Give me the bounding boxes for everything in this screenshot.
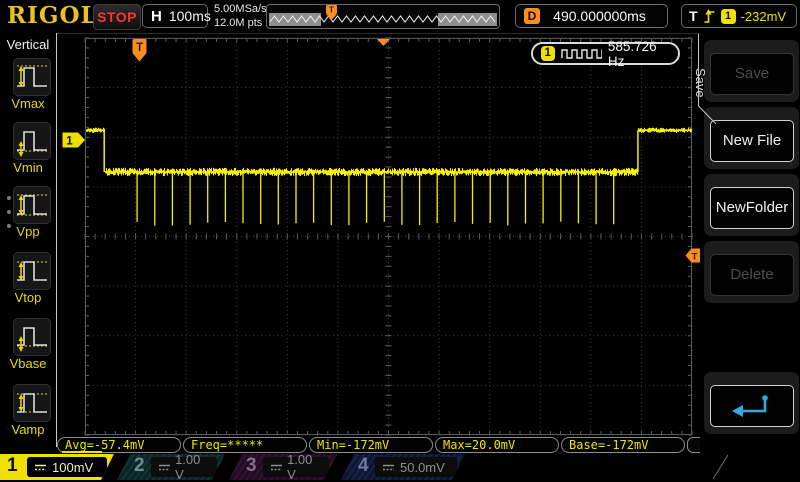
channel1-number: 1 — [7, 455, 18, 476]
horizontal-timebase-box[interactable]: H 100ms — [142, 4, 211, 28]
delay-box[interactable]: D 490.000000ms — [515, 4, 668, 28]
trigger-level-marker[interactable]: T — [685, 248, 701, 263]
channel4-scale: 50.0mV — [400, 459, 445, 475]
return-arrow-icon — [732, 395, 768, 417]
channel4-scale-box: 50.0mV — [375, 457, 457, 477]
counter-value: 585.726 Hz — [607, 38, 657, 69]
square-wave-icon — [560, 49, 602, 59]
channel3-scale: 1.00 V — [287, 452, 313, 482]
acquisition-info: 5.00MSa/s 12.0M pts — [214, 3, 267, 30]
channel3-tab[interactable]: 3 1.00 V — [229, 454, 337, 480]
left-menu-title: Vertical — [6, 37, 50, 52]
vtop-icon — [17, 261, 47, 281]
vmax-icon — [17, 65, 47, 87]
channel-status-bar: 1 100mV 2 1.00 V 3 1.00 V 4 50.0mV — [0, 454, 800, 480]
trigger-flag-letter: T — [136, 42, 143, 54]
measurement-freq[interactable]: Freq=***** — [183, 437, 307, 453]
vpp-icon — [17, 194, 47, 216]
channel1-tab[interactable]: 1 100mV — [0, 454, 114, 480]
delete-button[interactable]: Delete — [710, 254, 794, 296]
save-menu-sidebar: Save New File NewFolder Delete — [700, 33, 800, 480]
menu-tab-label: Save — [693, 68, 708, 98]
channel1-scale: 100mV — [52, 459, 94, 475]
rigol-logo: RIGOL — [7, 2, 98, 29]
horizontal-label: H — [151, 7, 162, 25]
menu-page-dot-2 — [7, 210, 11, 214]
menu-item-vmin[interactable] — [13, 122, 51, 160]
vmin-icon — [17, 131, 47, 157]
new-folder-button-tile: NewFolder — [704, 174, 799, 236]
top-bar: RIGOL STOP H 100ms 5.00MSa/s 12.0M pts T… — [0, 0, 800, 34]
menu-item-vtop[interactable] — [13, 252, 51, 290]
counter-channel-badge: 1 — [541, 46, 555, 61]
menu-item-vbase[interactable] — [13, 318, 51, 356]
delay-value: 490.000000ms — [553, 8, 646, 24]
vertical-measure-sidebar: Vertical Vmax Vmin Vpp Vtop Vbase Vamp — [0, 33, 57, 447]
menu-item-vmax-label[interactable]: Vmax — [0, 96, 56, 111]
menu-item-vbase-label[interactable]: Vbase — [0, 356, 56, 371]
dc-coupling-icon — [158, 463, 170, 472]
svg-text:T: T — [329, 6, 334, 15]
waveform-preview-bar[interactable]: T — [266, 4, 500, 29]
menu-item-vtop-label[interactable]: Vtop — [0, 290, 56, 305]
measurement-base[interactable]: Base=-172mV — [561, 437, 685, 453]
screen-center-indicator — [377, 39, 390, 46]
new-folder-button[interactable]: NewFolder — [710, 187, 794, 229]
return-button-tile — [704, 372, 799, 434]
channel2-tab[interactable]: 2 1.00 V — [117, 454, 225, 480]
dc-coupling-icon — [270, 463, 282, 472]
menu-item-vpp[interactable] — [13, 186, 51, 224]
channel3-scale-box: 1.00 V — [263, 457, 329, 477]
trigger-box[interactable]: T 1 -232mV — [681, 4, 797, 28]
scope-markers: T 1 T — [62, 34, 729, 480]
dc-coupling-icon — [34, 463, 47, 472]
graticule-area: T 1 T — [62, 34, 729, 480]
channel1-offset-marker[interactable]: 1 — [62, 132, 86, 148]
channel2-scale-box: 1.00 V — [151, 457, 217, 477]
menu-item-vamp[interactable] — [13, 384, 51, 422]
trigger-label: T — [689, 8, 698, 24]
menu-item-vmin-label[interactable]: Vmin — [0, 160, 56, 175]
sample-rate: 5.00MSa/s — [214, 3, 267, 15]
trigger-level-letter: T — [692, 252, 698, 263]
menu-item-vmax[interactable] — [13, 58, 51, 96]
frequency-counter-badge: 1 585.726 Hz — [531, 39, 680, 69]
dc-coupling-icon — [382, 463, 395, 472]
measurement-avg-underline — [62, 451, 102, 453]
vbase-icon — [17, 327, 47, 352]
trigger-level-value: -232mV — [740, 8, 787, 24]
memory-depth: 12.0M pts — [214, 16, 263, 29]
delete-button-tile: Delete — [704, 241, 799, 303]
timebase-value: 100ms — [168, 8, 211, 24]
measurement-max[interactable]: Max=20.0mV — [435, 437, 559, 453]
preview-waveform-icon: T — [269, 5, 497, 26]
menu-item-vamp-label[interactable]: Vamp — [0, 422, 56, 437]
delay-label: D — [524, 8, 540, 24]
channel1-marker-number: 1 — [66, 136, 73, 148]
run-state-badge[interactable]: STOP — [93, 4, 141, 30]
vamp-icon — [17, 393, 47, 413]
trigger-source-badge: 1 — [720, 8, 736, 24]
menu-page-dot-3 — [7, 224, 11, 228]
trigger-position-flag[interactable]: T — [132, 39, 147, 62]
channel3-number: 3 — [246, 455, 257, 476]
menu-page-dot-1 — [7, 196, 11, 200]
measurement-min[interactable]: Min=-172mV — [309, 437, 433, 453]
return-button[interactable] — [710, 385, 794, 427]
rising-edge-icon — [704, 8, 715, 23]
save-button[interactable]: Save — [710, 53, 794, 95]
channel4-number: 4 — [358, 455, 369, 476]
channel1-scale-box: 100mV — [27, 457, 107, 477]
channel2-scale: 1.00 V — [175, 452, 201, 482]
channel4-tab[interactable]: 4 50.0mV — [341, 454, 465, 480]
new-file-button[interactable]: New File — [710, 120, 794, 162]
channel2-number: 2 — [134, 455, 145, 476]
new-file-button-tile: New File — [704, 107, 799, 169]
save-button-tile: Save — [704, 40, 799, 102]
